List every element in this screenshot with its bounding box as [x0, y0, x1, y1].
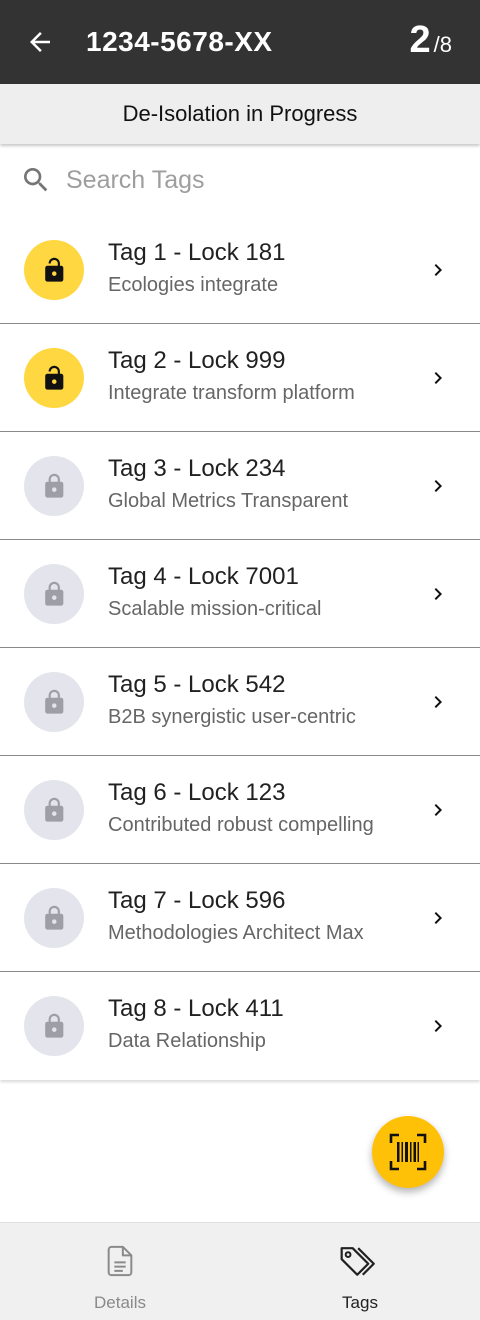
counter-total: /8	[433, 32, 452, 57]
tag-row[interactable]: Tag 3 - Lock 234 Global Metrics Transpar…	[0, 432, 480, 540]
unlocked-lock-icon	[45, 257, 64, 282]
nav-label-tags: Tags	[342, 1293, 378, 1312]
tag-title: Tag 4 - Lock 7001	[108, 563, 299, 590]
tags-icon	[338, 1241, 382, 1281]
bottom-navigation: Details Tags	[0, 1222, 480, 1320]
scan-barcode-button[interactable]	[372, 1116, 444, 1188]
tag-title: Tag 3 - Lock 234	[108, 455, 286, 482]
tag-row[interactable]: Tag 6 - Lock 123 Contributed robust comp…	[0, 756, 480, 864]
tag-subtitle: Ecologies integrate	[108, 274, 279, 296]
tag-subtitle: Scalable mission-critical	[108, 598, 322, 620]
app-bar: 1234-5678-XX 2 /8	[0, 0, 480, 84]
locked-lock-icon	[45, 1013, 64, 1038]
tag-list: Tag 1 - Lock 181 Ecologies integrate Tag…	[0, 216, 480, 1080]
lock-status	[24, 672, 84, 732]
tag-subtitle: Global Metrics Transparent	[108, 490, 349, 512]
unlocked-lock-icon	[45, 365, 64, 390]
lock-status	[24, 456, 84, 516]
lock-status	[24, 996, 84, 1056]
chevron-right-icon	[434, 696, 442, 708]
lock-status	[24, 564, 84, 624]
chevron-right-icon	[434, 264, 442, 276]
tag-title: Tag 6 - Lock 123	[108, 779, 286, 806]
tag-row[interactable]: Tag 1 - Lock 181 Ecologies integrate	[0, 216, 480, 324]
tag-title: Tag 2 - Lock 999	[108, 347, 286, 374]
status-banner: De-Isolation in Progress	[0, 84, 480, 144]
locked-lock-icon	[45, 581, 64, 606]
lock-status	[24, 240, 84, 300]
page-title: 1234-5678-XX	[86, 26, 273, 57]
tag-subtitle: Integrate transform platform	[108, 382, 355, 404]
tag-title: Tag 8 - Lock 411	[108, 995, 284, 1022]
lock-status	[24, 780, 84, 840]
search-icon	[24, 168, 48, 192]
locked-lock-icon	[45, 473, 64, 498]
status-text: De-Isolation in Progress	[122, 101, 358, 126]
tag-row[interactable]: Tag 4 - Lock 7001 Scalable mission-criti…	[0, 540, 480, 648]
arrow-left-icon	[30, 32, 50, 52]
locked-lock-icon	[45, 905, 64, 930]
lock-status	[24, 888, 84, 948]
chevron-right-icon	[434, 588, 442, 600]
locked-lock-icon	[45, 797, 64, 822]
nav-tags[interactable]: Tags	[240, 1223, 480, 1320]
tag-row[interactable]: Tag 7 - Lock 596 Methodologies Architect…	[0, 864, 480, 972]
tag-title: Tag 1 - Lock 181	[108, 239, 286, 266]
search-input[interactable]	[66, 160, 446, 200]
chevron-right-icon	[434, 804, 442, 816]
tag-row[interactable]: Tag 8 - Lock 411 Data Relationship	[0, 972, 480, 1080]
tag-title: Tag 5 - Lock 542	[108, 671, 286, 698]
tag-subtitle: Data Relationship	[108, 1030, 266, 1052]
locked-lock-icon	[45, 689, 64, 714]
document-icon	[98, 1241, 142, 1281]
tag-row[interactable]: Tag 2 - Lock 999 Integrate transform pla…	[0, 324, 480, 432]
nav-details[interactable]: Details	[0, 1223, 240, 1320]
lock-status	[24, 348, 84, 408]
tag-subtitle: Contributed robust compelling	[108, 814, 374, 836]
tag-title: Tag 7 - Lock 596	[108, 887, 286, 914]
tag-row[interactable]: Tag 5 - Lock 542 B2B synergistic user-ce…	[0, 648, 480, 756]
tag-subtitle: Methodologies Architect Max	[108, 922, 364, 944]
tag-subtitle: B2B synergistic user-centric	[108, 706, 356, 728]
chevron-right-icon	[434, 912, 442, 924]
nav-label-details: Details	[94, 1293, 146, 1312]
chevron-right-icon	[434, 372, 442, 384]
barcode-scan-icon	[389, 1133, 427, 1171]
search-bar	[0, 150, 480, 214]
chevron-right-icon	[434, 1020, 442, 1032]
tag-counter: 2 /8	[410, 18, 453, 67]
back-button[interactable]	[22, 24, 58, 60]
chevron-right-icon	[434, 480, 442, 492]
counter-current: 2	[409, 19, 431, 61]
app-screen: 1234-5678-XX 2 /8 De-Isolation in Progre…	[0, 0, 480, 1320]
